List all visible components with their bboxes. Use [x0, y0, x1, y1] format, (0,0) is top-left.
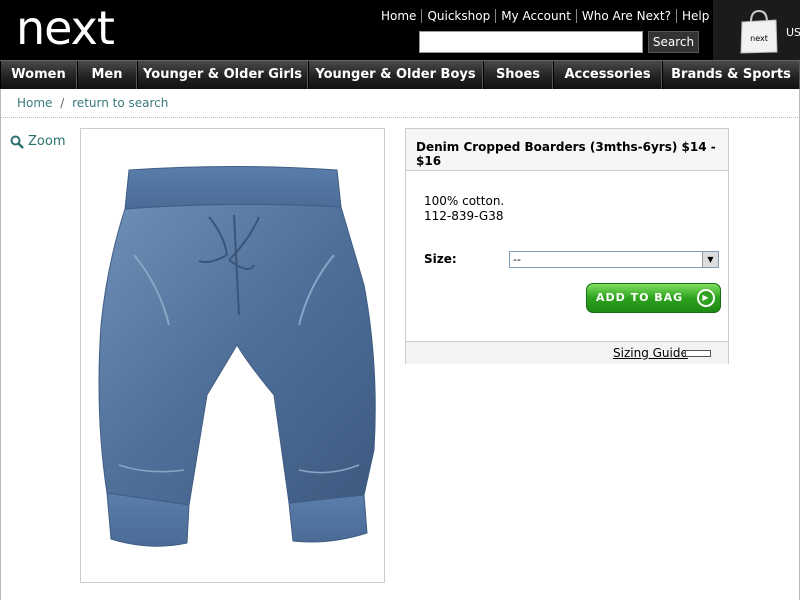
- product-description: 100% cotton. 112-839-G38: [424, 194, 504, 224]
- site-header: next Home Quickshop My Account Who Are N…: [0, 0, 800, 60]
- breadcrumb-separator: /: [60, 96, 65, 110]
- top-link-my-account[interactable]: My Account: [495, 9, 576, 23]
- nav-item-women[interactable]: Women: [0, 61, 77, 89]
- breadcrumb-return-to-search[interactable]: return to search: [72, 96, 168, 110]
- product-image: [98, 166, 376, 547]
- ruler-icon[interactable]: [685, 350, 711, 357]
- breadcrumb: Home / return to search: [17, 96, 168, 110]
- size-select-value: --: [513, 253, 521, 266]
- top-link-help[interactable]: Help: [675, 9, 714, 23]
- zoom-label: Zoom: [28, 134, 66, 149]
- sizing-guide-link[interactable]: Sizing Guide: [613, 346, 688, 360]
- top-links: Home Quickshop My Account Who Are Next? …: [378, 8, 714, 24]
- top-link-who-are-next[interactable]: Who Are Next?: [575, 9, 676, 23]
- zoom-link[interactable]: Zoom: [10, 134, 65, 149]
- nav-item-men[interactable]: Men: [77, 61, 137, 89]
- add-to-bag-button[interactable]: ADD TO BAG ▶: [586, 283, 721, 313]
- shopping-bag-icon: next: [740, 9, 778, 54]
- product-image-frame[interactable]: [80, 128, 385, 583]
- locale-indicator[interactable]: US: [786, 26, 800, 39]
- breadcrumb-home[interactable]: Home: [17, 96, 52, 110]
- product-code: 112-839-G38: [424, 209, 504, 223]
- size-label: Size:: [424, 252, 457, 266]
- product-panel: Denim Cropped Boarders (3mths-6yrs) $14 …: [405, 128, 729, 364]
- search-button[interactable]: Search: [648, 31, 699, 53]
- top-link-quickshop[interactable]: Quickshop: [421, 9, 495, 23]
- top-link-home[interactable]: Home: [378, 9, 421, 23]
- magnifier-icon: [10, 135, 24, 149]
- nav-item-accessories[interactable]: Accessories: [553, 61, 662, 89]
- search-input[interactable]: [419, 31, 643, 53]
- size-select[interactable]: -- ▼: [509, 251, 719, 268]
- product-title: Denim Cropped Boarders (3mths-6yrs) $14 …: [406, 129, 728, 171]
- arrow-right-icon: ▶: [697, 289, 715, 307]
- page-frame-left: [0, 89, 1, 600]
- nav-item-shoes[interactable]: Shoes: [483, 61, 553, 89]
- next-logo[interactable]: next: [16, 2, 115, 54]
- add-to-bag-label: ADD TO BAG: [596, 291, 684, 304]
- nav-item-girls[interactable]: Younger & Older Girls: [137, 61, 308, 89]
- product-material: 100% cotton.: [424, 194, 505, 208]
- panel-footer: Sizing Guide: [406, 341, 728, 364]
- svg-text:next: next: [750, 34, 768, 43]
- dropdown-arrow-icon: ▼: [702, 252, 718, 267]
- main-nav: Women Men Younger & Older Girls Younger …: [0, 60, 800, 89]
- nav-item-boys[interactable]: Younger & Older Boys: [308, 61, 483, 89]
- divider: [0, 117, 800, 118]
- nav-item-brands-sports[interactable]: Brands & Sports: [662, 61, 800, 89]
